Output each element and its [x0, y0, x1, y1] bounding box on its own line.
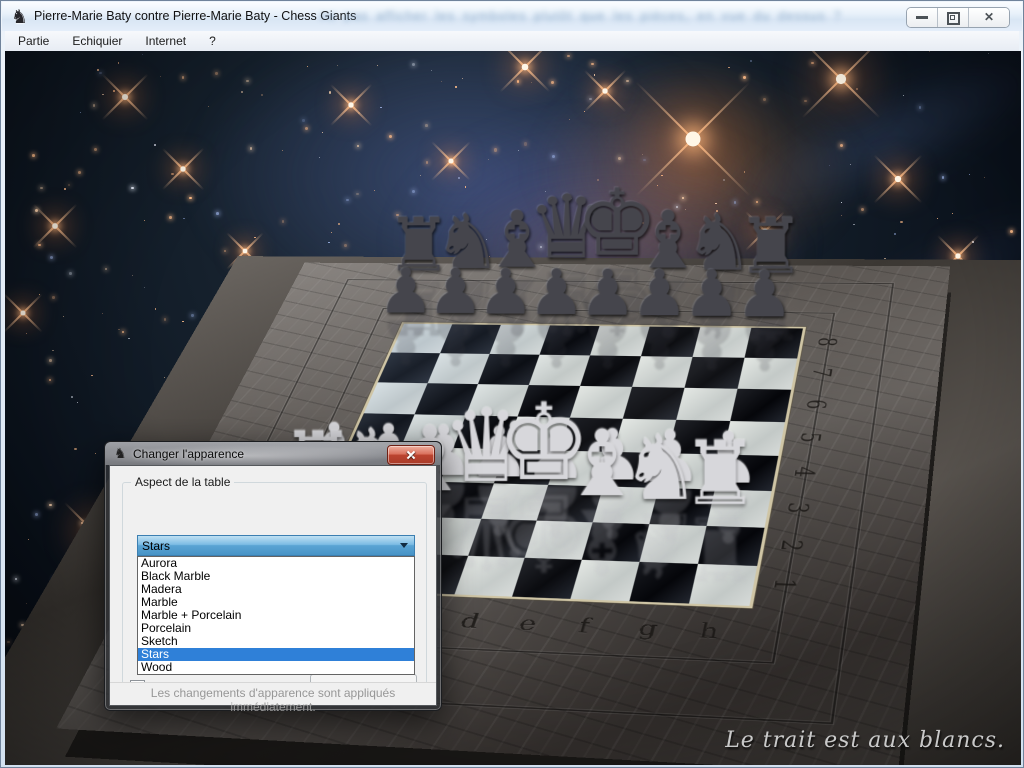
- turn-status-message: Le trait est aux blancs.: [725, 728, 1005, 753]
- combobox-dropdown-button[interactable]: [396, 537, 412, 554]
- maximize-button[interactable]: [938, 8, 969, 27]
- title-bar[interactable]: ♞ Pierre-Marie Baty contre Pierre-Marie …: [2, 2, 1022, 31]
- menu-bar: PartieEchiquierInternet?: [5, 31, 1019, 52]
- dialog-close-button[interactable]: [387, 445, 435, 465]
- dialog-footer: Les changements d'apparence sont appliqu…: [110, 682, 436, 705]
- dialog-knight-icon: ♞: [114, 445, 127, 462]
- minimize-icon: [916, 16, 928, 19]
- footer-status-text: Les changements d'apparence sont appliqu…: [110, 686, 436, 714]
- ghost-dialog-text: ne pas afficher les symboles plutôt que …: [320, 8, 968, 23]
- piece-reflection: ♟: [696, 317, 832, 376]
- close-button[interactable]: ✕: [969, 8, 1009, 27]
- list-item-wood[interactable]: Wood: [138, 661, 414, 674]
- combobox-value: Stars: [142, 539, 170, 553]
- app-knight-icon: ♞: [11, 6, 28, 29]
- group-label: Aspect de la table: [131, 475, 234, 489]
- close-icon: ✕: [969, 10, 1009, 24]
- chess-piece-black-p[interactable]: ♟♟: [696, 265, 832, 376]
- dialog-title: Changer l'apparence: [133, 447, 244, 461]
- dialog-body: Aspect de la table Stars AuroraBlack Mar…: [109, 465, 437, 706]
- menu-item-[interactable]: ?: [199, 32, 226, 50]
- list-item-porcelain[interactable]: Porcelain: [138, 622, 414, 635]
- table-aspect-dropdown-list: AuroraBlack MarbleMaderaMarbleMarble + P…: [137, 556, 415, 675]
- window-title: Pierre-Marie Baty contre Pierre-Marie Ba…: [34, 9, 356, 23]
- list-item-stars[interactable]: Stars: [138, 648, 414, 661]
- list-item-sketch[interactable]: Sketch: [138, 635, 414, 648]
- window-controls: ✕: [906, 7, 1010, 28]
- piece-reflection: ♜: [643, 507, 797, 588]
- appearance-dialog[interactable]: ♞ Changer l'apparence Aspect de la table…: [104, 441, 442, 711]
- maximize-icon: [947, 12, 960, 25]
- menu-item-partie[interactable]: Partie: [8, 32, 59, 50]
- board-number-6: 6: [800, 399, 831, 409]
- list-item-madera[interactable]: Madera: [138, 583, 414, 596]
- app-window: ♞ Pierre-Marie Baty contre Pierre-Marie …: [0, 0, 1024, 768]
- chess-piece-white-r[interactable]: ♜♜: [643, 433, 797, 587]
- chevron-down-icon: [400, 543, 408, 548]
- table-aspect-combobox[interactable]: Stars: [137, 535, 415, 556]
- menu-item-internet[interactable]: Internet: [135, 32, 196, 50]
- menu-item-echiquier[interactable]: Echiquier: [62, 32, 132, 50]
- minimize-button[interactable]: [907, 8, 938, 27]
